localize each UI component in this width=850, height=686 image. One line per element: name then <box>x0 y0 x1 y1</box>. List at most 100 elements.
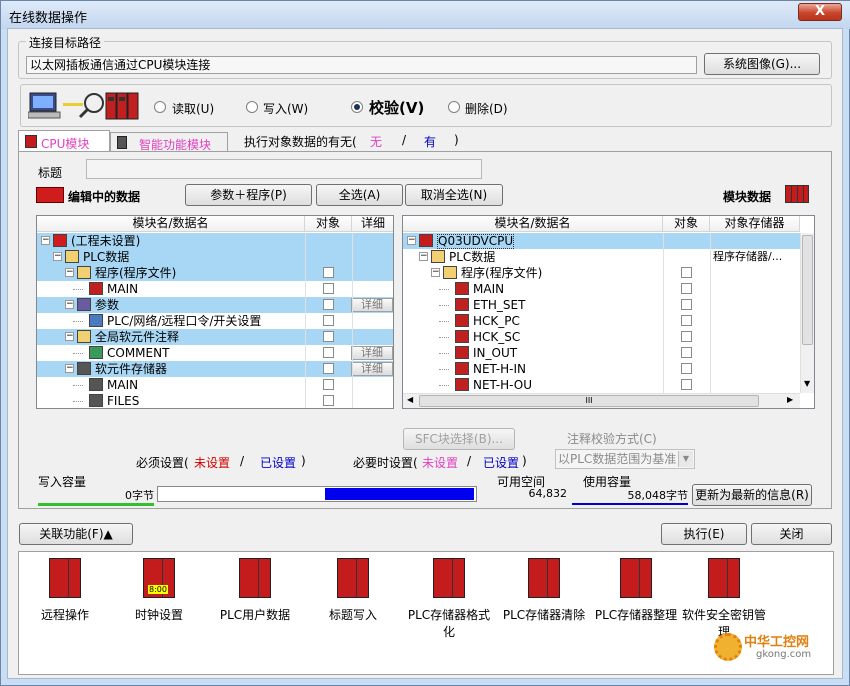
collapse-icon[interactable]: − <box>65 364 74 373</box>
left-header-name[interactable]: 模块名/数据名 <box>37 216 305 232</box>
right-tree-row[interactable]: HCK_PC <box>403 313 800 329</box>
left-tree-row[interactable]: − 程序(程序文件) <box>37 265 393 281</box>
collapse-icon[interactable]: − <box>65 300 74 309</box>
right-vscroll-thumb[interactable] <box>802 235 813 345</box>
target-checkbox[interactable] <box>681 363 692 374</box>
collapse-icon[interactable]: − <box>65 268 74 277</box>
target-checkbox[interactable] <box>323 267 334 278</box>
deselect-all-button[interactable]: 取消全选(N) <box>405 184 503 206</box>
target-memory-value[interactable]: 程序存储器/... <box>713 249 782 265</box>
target-checkbox[interactable] <box>681 379 692 390</box>
left-tree-row[interactable]: − 全局软元件注释 <box>37 329 393 345</box>
target-checkbox[interactable] <box>323 299 334 310</box>
function-label[interactable]: PLC存储器清除 <box>499 606 589 623</box>
right-header-name[interactable]: 模块名/数据名 <box>403 216 663 232</box>
target-checkbox[interactable] <box>681 283 692 294</box>
left-header-target[interactable]: 对象 <box>305 216 352 232</box>
tab-intelligent-module[interactable]: 智能功能模块 <box>110 132 228 152</box>
comment-verify-select[interactable]: 以PLC数据范围为基准 ▼ <box>555 449 695 469</box>
editing-data-tree[interactable]: 模块名/数据名 对象 详细 − (工程未设置) − PLC数据 − 程序(程序文件) MAI… <box>36 215 394 409</box>
right-header-memory[interactable]: 对象存储器 <box>710 216 800 232</box>
left-tree-row[interactable]: FILES <box>37 393 393 408</box>
right-tree-row[interactable]: − Q03UDVCPU <box>403 233 800 249</box>
memory-format-icon[interactable] <box>433 558 465 598</box>
collapse-icon[interactable]: − <box>65 332 74 341</box>
target-checkbox[interactable] <box>323 395 334 406</box>
collapse-icon[interactable]: − <box>53 252 62 261</box>
system-image-button[interactable]: 系统图像(G)... <box>704 53 820 75</box>
scroll-left-arrow-icon[interactable]: ◀ <box>407 395 413 404</box>
clock-setting-icon[interactable]: 8:00 <box>143 558 175 598</box>
security-key-icon[interactable] <box>708 558 740 598</box>
right-hscroll-thumb[interactable]: III <box>419 395 759 407</box>
close-window-button[interactable]: X <box>798 3 842 21</box>
right-tree-row[interactable]: NET-H-IN <box>403 361 800 377</box>
target-checkbox[interactable] <box>681 315 692 326</box>
select-all-button[interactable]: 全选(A) <box>316 184 403 206</box>
param-program-button[interactable]: 参数＋程序(P) <box>185 184 312 206</box>
refresh-info-button[interactable]: 更新为最新的信息(R) <box>692 484 812 506</box>
left-tree-row[interactable]: − 软元件存储器 详细 <box>37 361 393 377</box>
target-checkbox[interactable] <box>323 379 334 390</box>
target-checkbox[interactable] <box>323 363 334 374</box>
collapse-icon[interactable]: − <box>431 268 440 277</box>
target-checkbox[interactable] <box>681 347 692 358</box>
detail-button[interactable]: 详细 <box>351 362 393 376</box>
target-checkbox[interactable] <box>323 331 334 342</box>
left-tree-row[interactable]: PLC/网络/远程口令/开关设置 <box>37 313 393 329</box>
verify-radio[interactable] <box>351 101 363 113</box>
scroll-right-arrow-icon[interactable]: ▶ <box>787 395 793 404</box>
right-tree-row[interactable]: MAIN <box>403 281 800 297</box>
plc-user-data-icon[interactable] <box>239 558 271 598</box>
left-tree-row[interactable]: − 参数 详细 <box>37 297 393 313</box>
chevron-down-icon[interactable]: ▼ <box>678 451 693 467</box>
detail-button[interactable]: 详细 <box>351 298 393 312</box>
right-vscrollbar[interactable]: ▼ <box>800 233 814 393</box>
target-checkbox[interactable] <box>681 331 692 342</box>
detail-button[interactable]: 详细 <box>351 346 393 360</box>
right-tree-row[interactable]: HCK_SC <box>403 329 800 345</box>
memory-clear-icon[interactable] <box>528 558 560 598</box>
remote-operation-icon[interactable] <box>49 558 81 598</box>
right-tree-row[interactable]: NET-H-OU <box>403 377 800 393</box>
collapse-icon[interactable]: − <box>419 252 428 261</box>
target-checkbox[interactable] <box>681 299 692 310</box>
write-radio[interactable] <box>246 101 258 113</box>
right-tree-row[interactable]: ETH_SET <box>403 297 800 313</box>
delete-radio[interactable] <box>448 101 460 113</box>
target-checkbox[interactable] <box>323 315 334 326</box>
collapse-icon[interactable]: − <box>41 236 50 245</box>
function-label[interactable]: 标题写入 <box>308 606 398 623</box>
right-tree-row[interactable]: IN_OUT <box>403 345 800 361</box>
related-functions-button[interactable]: 关联功能(F)▲ <box>19 523 133 545</box>
scroll-down-arrow-icon[interactable]: ▼ <box>804 379 810 388</box>
sfc-block-select-button[interactable]: SFC块选择(B)... <box>403 428 515 450</box>
title-write-icon[interactable] <box>337 558 369 598</box>
function-label[interactable]: 时钟设置 <box>114 606 204 623</box>
collapse-icon[interactable]: − <box>407 236 416 245</box>
function-label[interactable]: PLC存储器格式化 <box>404 606 494 640</box>
function-label[interactable]: PLC存储器整理 <box>591 606 681 623</box>
function-label[interactable]: PLC用户数据 <box>210 606 300 623</box>
right-tree-row[interactable]: − 程序(程序文件) <box>403 265 800 281</box>
left-header-detail[interactable]: 详细 <box>352 216 393 232</box>
right-header-target[interactable]: 对象 <box>663 216 710 232</box>
function-label[interactable]: 远程操作 <box>20 606 110 623</box>
execute-button[interactable]: 执行(E) <box>661 523 747 545</box>
read-radio[interactable] <box>154 101 166 113</box>
right-tree-row[interactable]: − PLC数据 程序存储器/... <box>403 249 800 265</box>
left-tree-row[interactable]: − (工程未设置) <box>37 233 393 249</box>
left-tree-row[interactable]: − PLC数据 <box>37 249 393 265</box>
right-hscrollbar[interactable]: ◀ III ▶ <box>403 393 800 408</box>
module-data-tree[interactable]: 模块名/数据名 对象 对象存储器 − Q03UDVCPU − PLC数据 程序存储器/.… <box>402 215 815 409</box>
left-tree-row[interactable]: COMMENT 详细 <box>37 345 393 361</box>
left-tree-row[interactable]: MAIN <box>37 281 393 297</box>
target-checkbox[interactable] <box>323 347 334 358</box>
memory-arrange-icon[interactable] <box>620 558 652 598</box>
close-button[interactable]: 关闭 <box>751 523 832 545</box>
target-checkbox[interactable] <box>323 283 334 294</box>
left-tree-row[interactable]: MAIN <box>37 377 393 393</box>
tab-cpu-module[interactable]: CPU模块 <box>18 130 110 152</box>
target-checkbox[interactable] <box>681 267 692 278</box>
title-input[interactable] <box>86 159 482 179</box>
